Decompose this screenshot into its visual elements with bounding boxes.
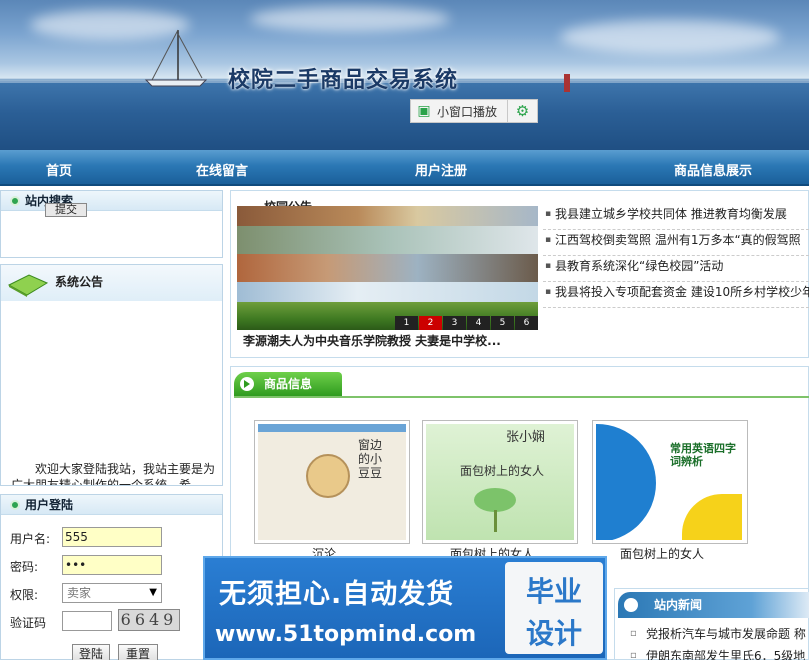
- site-search-panel: 站内搜索 提交: [0, 190, 223, 258]
- headline-item[interactable]: 县教育系统深化“绿色校园”活动: [543, 256, 809, 282]
- headline-item[interactable]: 我县建立城乡学校共同体 推进教育均衡发展: [543, 204, 809, 230]
- main-nav: 首页 在线留言 用户注册 商品信息展示: [0, 150, 809, 186]
- news-slideshow[interactable]: 1 2 3 4 5 6: [237, 206, 538, 330]
- product-card[interactable]: 张小娴 面包树上的女人: [422, 420, 578, 544]
- sailboat-image: [144, 29, 208, 87]
- play-icon: [624, 598, 638, 612]
- role-select-value: 卖家: [67, 586, 92, 600]
- cover-title: 常用英语四字词辨析: [670, 442, 736, 468]
- role-select[interactable]: 卖家 ▼: [62, 583, 162, 603]
- buoy-image: [564, 74, 570, 92]
- password-label: 密码:: [10, 560, 39, 574]
- slide-pager: 1 2 3 4 5 6: [394, 316, 538, 330]
- login-header: 用户登陆: [1, 495, 222, 515]
- username-label: 用户名:: [10, 532, 51, 546]
- chevron-down-icon: ▼: [149, 587, 157, 598]
- slide-caption[interactable]: 李源潮夫人为中央音乐学院教授 夫妻是中学校...: [243, 332, 501, 349]
- ad-badge: 毕业 设计: [505, 562, 603, 654]
- ad-badge-top: 毕业: [525, 575, 582, 608]
- mini-window-play-button[interactable]: ▣ 小窗口播放 ⚙: [410, 99, 538, 123]
- headline-list: 我县建立城乡学校共同体 推进教育均衡发展 江西驾校倒卖驾照 温州有1万多本“真的…: [543, 204, 809, 308]
- product-title: 商品信息: [264, 377, 313, 391]
- site-news-item[interactable]: 伊朗东南部发生里氏6．5级地: [630, 647, 809, 660]
- cloud-decoration: [250, 6, 450, 32]
- captcha-input[interactable]: [62, 611, 112, 631]
- slide-image-strip: [237, 226, 538, 254]
- slide-image-strip: [237, 206, 538, 226]
- notice-text: 欢迎大家登陆我站，我站主要是为广大朋友精心制作的一个系统，希: [11, 462, 216, 486]
- gear-icon[interactable]: ⚙: [507, 100, 537, 122]
- bullet-icon: [10, 500, 20, 510]
- login-button[interactable]: 登陆: [72, 644, 110, 660]
- ad-badge-bottom: 设计: [525, 617, 582, 650]
- ad-slogan: 无须担心.自动发货: [219, 579, 455, 610]
- login-panel: 用户登陆: [0, 494, 223, 660]
- book-cover-image: 窗边的小豆豆: [258, 424, 406, 540]
- notice-title: 系统公告: [55, 275, 104, 289]
- book-cover-image: 常用英语四字词辨析: [596, 424, 744, 540]
- notice-panel: 系统公告 欢迎大家登陆我站，我站主要是为广大朋友精心制作的一个系统，希: [0, 264, 223, 486]
- slide-page-button[interactable]: 6: [515, 316, 538, 330]
- slide-page-button[interactable]: 1: [395, 316, 418, 330]
- product-header: 商品信息: [234, 372, 809, 398]
- cloud-decoration: [560, 20, 780, 54]
- slide-image-strip: [237, 254, 538, 282]
- search-submit-button[interactable]: 提交: [45, 203, 87, 217]
- slide-page-button[interactable]: 4: [467, 316, 490, 330]
- nav-guestbook[interactable]: 在线留言: [196, 160, 248, 179]
- header-banner: 校院二手商品交易系统 ▣ 小窗口播放 ⚙: [0, 0, 809, 150]
- advertisement-overlay[interactable]: 无须担心.自动发货 www.51topmind.com 毕业 设计: [203, 556, 607, 660]
- tv-icon: ▣: [417, 103, 431, 119]
- site-news-item[interactable]: 党报析汽车与城市发展命题 称: [630, 625, 809, 647]
- role-label: 权限:: [10, 588, 39, 602]
- captcha-label: 验证码: [10, 616, 47, 630]
- book-cover-image: 张小娴 面包树上的女人: [426, 424, 574, 540]
- mini-play-label: 小窗口播放: [437, 104, 498, 119]
- site-search-header: 站内搜索: [1, 191, 222, 211]
- product-card[interactable]: 常用英语四字词辨析: [592, 420, 748, 544]
- reset-button[interactable]: 重置: [118, 644, 158, 660]
- site-news-list: 党报析汽车与城市发展命题 称 伊朗东南部发生里氏6．5级地: [630, 625, 809, 660]
- login-title: 用户登陆: [25, 498, 74, 512]
- password-input[interactable]: •••: [62, 555, 162, 575]
- site-news-title: 站内新闻: [654, 598, 703, 612]
- nav-home[interactable]: 首页: [46, 160, 72, 179]
- site-news-header: 站内新闻: [618, 592, 809, 618]
- slide-page-button[interactable]: 5: [491, 316, 514, 330]
- slide-page-button[interactable]: 3: [443, 316, 466, 330]
- product-name[interactable]: 面包树上的女人: [584, 545, 740, 562]
- captcha-image[interactable]: 6649: [118, 609, 180, 631]
- headline-item[interactable]: 我县将投入专项配套资金 建设10所乡村学校少年: [543, 282, 809, 308]
- cover-title: 面包树上的女人: [460, 464, 545, 478]
- ad-url: www.51topmind.com: [215, 622, 477, 647]
- cover-title: 窗边的小豆豆: [358, 438, 383, 480]
- product-tab: 商品信息: [234, 372, 342, 396]
- headline-item[interactable]: 江西驾校倒卖驾照 温州有1万多本“真的假驾照: [543, 230, 809, 256]
- bullet-icon: [10, 196, 20, 206]
- username-input[interactable]: 555: [62, 527, 162, 547]
- play-icon: [240, 377, 254, 391]
- product-card[interactable]: 窗边的小豆豆: [254, 420, 410, 544]
- slide-page-button-active[interactable]: 2: [419, 316, 442, 330]
- book-icon: [7, 274, 49, 297]
- nav-products[interactable]: 商品信息展示: [674, 160, 752, 179]
- nav-register[interactable]: 用户注册: [415, 160, 467, 179]
- site-title: 校院二手商品交易系统: [228, 67, 459, 93]
- slide-image-strip: [237, 282, 538, 302]
- cover-author: 张小娴: [506, 430, 546, 445]
